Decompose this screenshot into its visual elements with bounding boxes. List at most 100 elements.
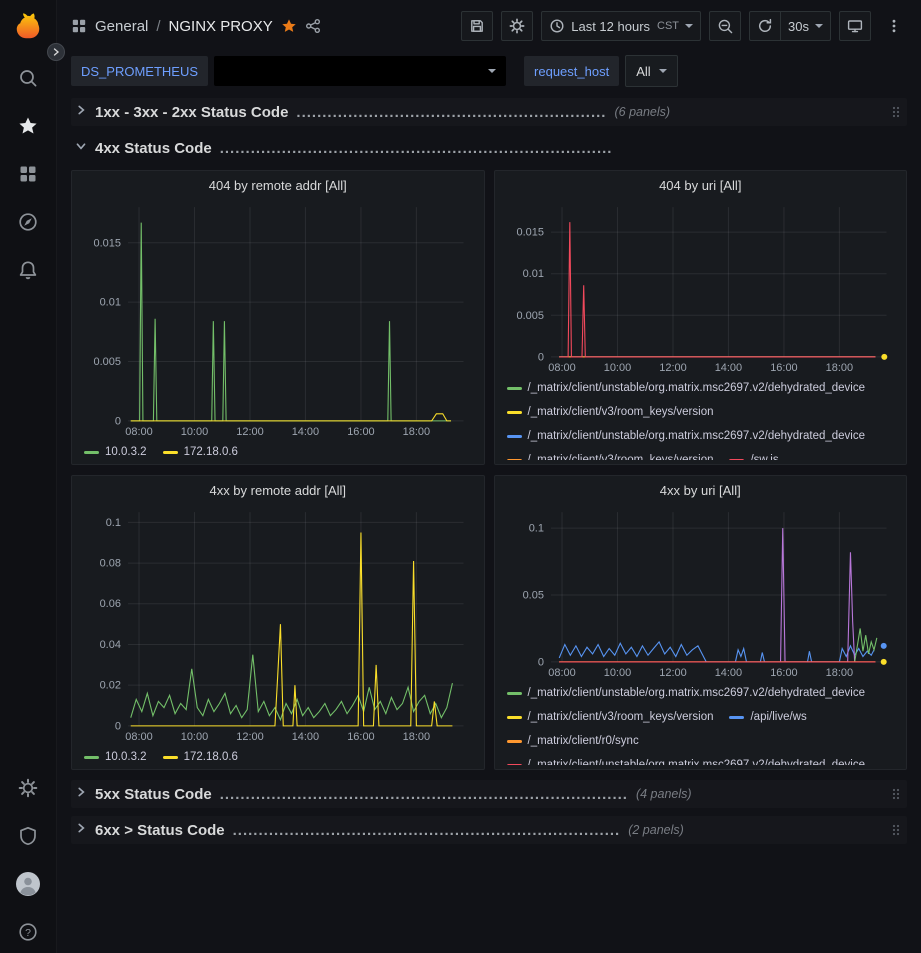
panel-title[interactable]: 4xx by uri [All] [660,483,741,498]
sidebar-item-help[interactable]: ? [16,920,40,944]
row-drag-handle[interactable] [891,822,901,838]
svg-text:0: 0 [537,656,543,668]
dashboard-settings-button[interactable] [501,11,533,41]
breadcrumb-current: NGINX PROXY [169,18,273,35]
row-panel-count: (6 panels) [614,105,670,119]
save-icon [469,18,485,34]
svg-text:14:00: 14:00 [292,731,319,743]
grafana-logo[interactable] [0,0,56,52]
compass-icon [18,212,38,232]
sidebar-item-alerting[interactable] [16,258,40,282]
panel-header[interactable]: 404 by remote addr [All] [82,171,474,199]
row-5xx-status-code[interactable]: 5xx Status Code ........................… [71,780,907,808]
panel-title[interactable]: 404 by remote addr [All] [209,178,347,193]
svg-text:12:00: 12:00 [659,362,686,374]
chevron-right-icon [51,47,61,57]
chevron-down-icon [815,24,823,28]
legend-item[interactable]: /_matrix/client/v3/room_keys/version [507,450,714,460]
kebab-menu-button[interactable] [879,11,909,41]
legend-item[interactable]: /sw.js [729,450,778,460]
legend-label: /_matrix/client/v3/room_keys/version [528,707,714,727]
legend-swatch [507,435,522,438]
legend-label: /sw.js [750,450,778,460]
sidebar-item-starred[interactable] [16,114,40,138]
panel-title[interactable]: 4xx by remote addr [All] [209,483,346,498]
svg-text:0.05: 0.05 [522,589,543,601]
legend-item[interactable]: /_matrix/client/v3/room_keys/version [507,707,714,727]
row-drag-handle[interactable] [891,104,901,120]
timeseries-chart[interactable]: 00.0050.010.01508:0010:0012:0014:0016:00… [505,199,897,375]
sidebar-item-server-admin[interactable] [16,824,40,848]
panel-legend: /_matrix/client/unstable/org.matrix.msc2… [505,680,897,765]
time-range-picker[interactable]: Last 12 hours CST [541,11,701,41]
legend-label: /_matrix/client/unstable/org.matrix.msc2… [528,378,866,398]
row-drag-handle[interactable] [891,786,901,802]
svg-text:16:00: 16:00 [347,731,374,743]
favorite-star-icon[interactable] [281,18,297,34]
legend-item[interactable]: 172.18.0.6 [163,747,238,765]
main-area: General / NGINX PROXY [57,0,921,953]
sidebar-item-explore[interactable] [16,210,40,234]
chevron-right-icon [75,821,87,839]
sidebar-item-profile[interactable] [16,872,40,896]
sidebar-item-configuration[interactable] [16,776,40,800]
row-title-leader: ........................................… [220,140,613,157]
svg-text:14:00: 14:00 [714,362,741,374]
refresh-button-group: 30s [749,11,831,41]
legend-swatch [84,756,99,759]
svg-text:0.02: 0.02 [100,680,121,692]
clock-icon [549,18,565,34]
grafana-app: ? General / NGINX PROXY [0,0,921,953]
timeseries-chart[interactable]: 00.050.108:0010:0012:0014:0016:0018:00 [505,504,897,680]
legend-label: 10.0.3.2 [105,747,147,765]
apps-grid-icon[interactable] [71,18,87,34]
timeseries-chart[interactable]: 00.0050.010.01508:0010:0012:0014:0016:00… [82,199,474,439]
legend-item[interactable]: /api/live/ws [729,707,806,727]
svg-text:16:00: 16:00 [347,426,374,438]
svg-text:?: ? [25,927,31,939]
share-icon[interactable] [305,18,321,34]
breadcrumb: General / NGINX PROXY [71,18,321,35]
legend-label: /_matrix/client/unstable/org.matrix.msc2… [528,426,866,446]
request-host-select[interactable]: All [625,55,677,87]
svg-text:0.1: 0.1 [528,523,543,535]
refresh-interval-select[interactable]: 30s [781,11,831,41]
legend-item[interactable]: /_matrix/client/unstable/org.matrix.msc2… [507,683,866,703]
sidebar-item-search[interactable] [16,66,40,90]
panel-4xx-by-remote-addr: 4xx by remote addr [All] 00.020.040.060.… [71,475,485,770]
zoom-out-button[interactable] [709,11,741,41]
expand-sidebar-button[interactable] [47,43,65,61]
legend-label: /_matrix/client/r0/sync [528,731,639,751]
legend-item[interactable]: 172.18.0.6 [163,442,238,460]
legend-item[interactable]: 10.0.3.2 [84,747,147,765]
legend-item[interactable]: /_matrix/client/unstable/org.matrix.msc2… [507,426,866,446]
panel-header[interactable]: 404 by uri [All] [505,171,897,199]
avatar [16,871,40,897]
legend-item[interactable]: 10.0.3.2 [84,442,147,460]
datasource-select[interactable] [214,56,506,86]
panel-header[interactable]: 4xx by uri [All] [505,476,897,504]
grafana-flame-icon [13,11,43,41]
legend-item[interactable]: /_matrix/client/r0/sync [507,731,639,751]
search-icon [18,68,38,88]
kiosk-mode-button[interactable] [839,11,871,41]
row-1xx-3xx-2xx-status-code[interactable]: 1xx - 3xx - 2xx Status Code ............… [71,98,907,126]
panel-header[interactable]: 4xx by remote addr [All] [82,476,474,504]
svg-text:08:00: 08:00 [548,362,575,374]
svg-text:10:00: 10:00 [603,667,630,679]
refresh-button[interactable] [749,11,781,41]
legend-item[interactable]: /_matrix/client/unstable/org.matrix.msc2… [507,378,866,398]
time-range-label: Last 12 hours [571,19,650,34]
legend-item[interactable]: /_matrix/client/unstable/org.matrix.msc2… [507,755,866,765]
svg-text:18:00: 18:00 [403,426,430,438]
timeseries-chart[interactable]: 00.020.040.060.080.108:0010:0012:0014:00… [82,504,474,744]
legend-item[interactable]: /_matrix/client/v3/room_keys/version [507,402,714,422]
breadcrumb-section[interactable]: General [95,18,148,35]
panel-title[interactable]: 404 by uri [All] [659,178,741,193]
save-dashboard-button[interactable] [461,11,493,41]
row-4xx-status-code[interactable]: 4xx Status Code ........................… [71,134,907,162]
svg-text:0.005: 0.005 [516,310,543,322]
sidebar-item-dashboards[interactable] [16,162,40,186]
chevron-down-icon [685,24,693,28]
row-6xx-status-code[interactable]: 6xx > Status Code ......................… [71,816,907,844]
